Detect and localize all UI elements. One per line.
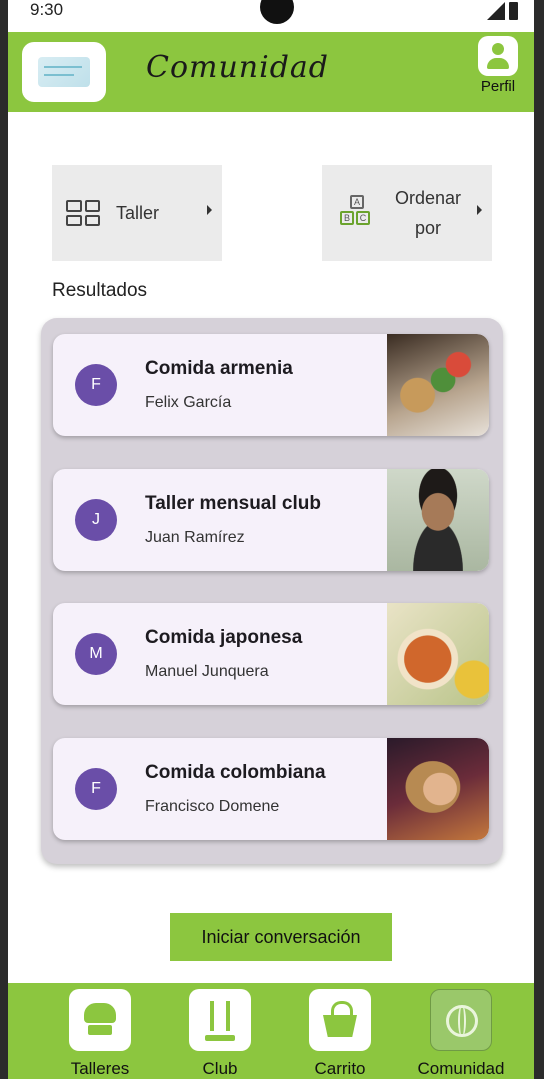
qr-grid-icon (66, 200, 100, 226)
results-list: F Comida armenia Felix García J Taller m… (41, 318, 503, 864)
results-heading: Resultados (52, 280, 148, 301)
nav-label: Comunidad (417, 1059, 505, 1078)
nav-item-club[interactable]: Club (174, 989, 266, 1079)
status-icons (487, 2, 518, 20)
avatar: M (75, 633, 117, 675)
app-logo[interactable] (22, 42, 106, 102)
page-title: Comunidad (146, 50, 329, 85)
phone-screen: 9:30 Comunidad Perfil Taller ABC Ordenar… (0, 0, 544, 1079)
bottom-navigation: Talleres Club Carrito Comunidad (8, 983, 534, 1079)
nav-item-carrito[interactable]: Carrito (294, 989, 386, 1079)
filter-bar: Taller ABC Ordenar por (52, 165, 500, 261)
item-author: Francisco Domene (145, 798, 280, 815)
start-conversation-button[interactable]: Iniciar conversación (170, 913, 392, 961)
profile-label: Perfil (480, 78, 516, 95)
food-thumbnail (387, 603, 489, 705)
taller-filter-button[interactable]: Taller (52, 165, 222, 261)
item-author: Juan Ramírez (145, 529, 245, 546)
user-icon (478, 36, 518, 76)
nav-item-talleres[interactable]: Talleres (54, 989, 146, 1079)
taller-filter-label: Taller (116, 202, 160, 223)
list-item[interactable]: F Comida armenia Felix García (53, 334, 489, 436)
person-thumbnail (387, 738, 489, 840)
list-item[interactable]: M Comida japonesa Manuel Junquera (53, 603, 489, 705)
app-header: Comunidad Perfil (8, 32, 534, 112)
basket-icon (309, 989, 371, 1051)
front-camera (260, 0, 294, 24)
nav-label: Talleres (70, 1059, 130, 1078)
sort-button[interactable]: ABC Ordenar por (322, 165, 492, 261)
logo-mark-icon (38, 57, 90, 87)
avatar: F (75, 364, 117, 406)
item-title: Comida colombiana (145, 762, 326, 783)
profile-button[interactable]: Perfil (470, 36, 526, 95)
item-author: Felix García (145, 394, 232, 411)
nav-item-comunidad[interactable]: Comunidad (400, 989, 522, 1079)
signal-icon (487, 2, 505, 20)
item-title: Comida armenia (145, 358, 293, 379)
battery-icon (509, 2, 518, 20)
abc-blocks-icon: ABC (338, 195, 378, 231)
club-icon (189, 989, 251, 1051)
list-item[interactable]: F Comida colombiana Francisco Domene (53, 738, 489, 840)
list-item[interactable]: J Taller mensual club Juan Ramírez (53, 469, 489, 571)
avatar: J (75, 499, 117, 541)
person-thumbnail (387, 469, 489, 571)
nav-label: Carrito (314, 1059, 366, 1078)
item-title: Comida japonesa (145, 627, 303, 648)
status-bar: 9:30 (8, 0, 534, 32)
food-thumbnail (387, 334, 489, 436)
item-author: Manuel Junquera (145, 663, 269, 680)
status-time: 9:30 (30, 0, 64, 19)
chevron-right-icon (477, 205, 482, 215)
sort-label: Ordenar por (394, 188, 462, 238)
nav-label: Club (202, 1059, 238, 1078)
avatar: F (75, 768, 117, 810)
globe-icon (430, 989, 492, 1051)
item-title: Taller mensual club (145, 493, 321, 514)
chef-hat-icon (69, 989, 131, 1051)
chevron-right-icon (207, 205, 212, 215)
